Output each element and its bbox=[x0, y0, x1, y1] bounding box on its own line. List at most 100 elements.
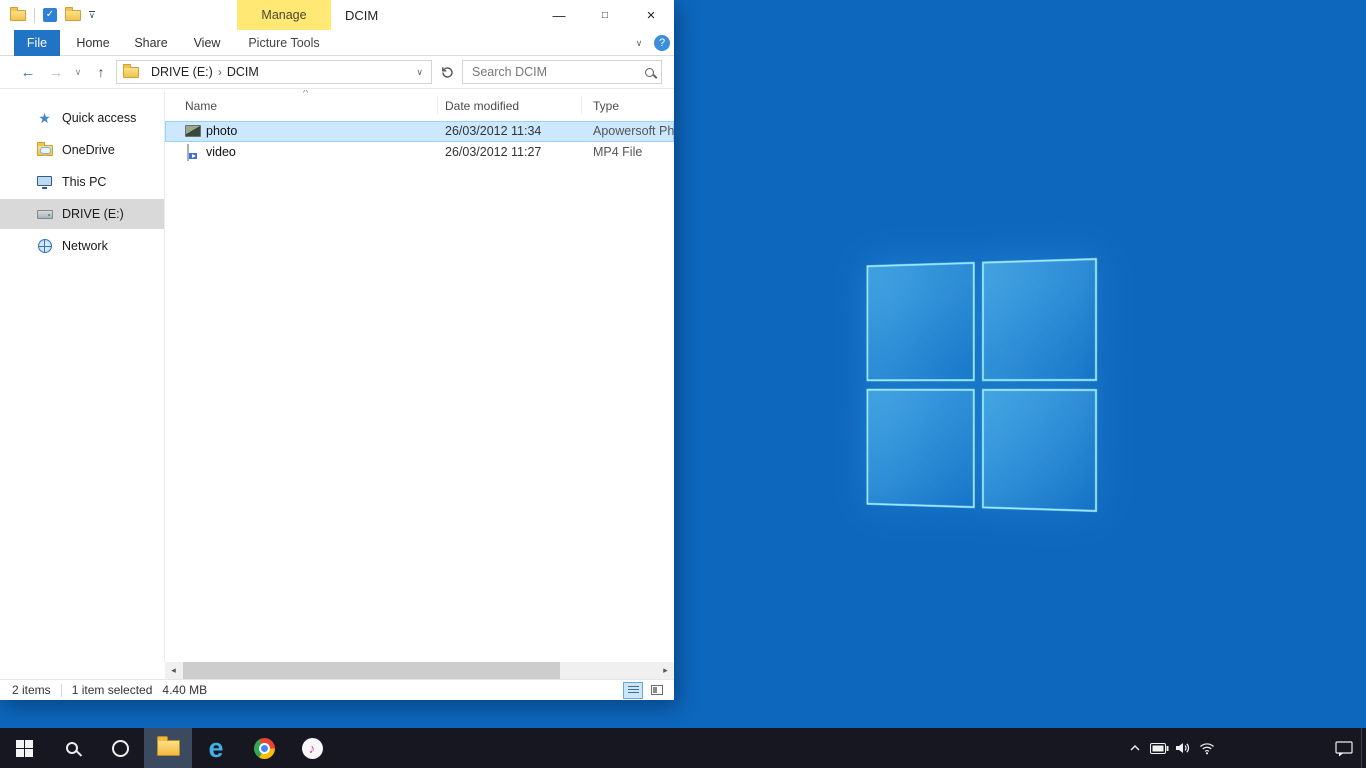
column-divider[interactable] bbox=[437, 96, 438, 114]
file-row-video[interactable]: video 26/03/2012 11:27 MP4 File bbox=[165, 142, 674, 163]
taskbar-itunes-button[interactable]: ♪ bbox=[288, 728, 336, 768]
explorer-window-icon[interactable] bbox=[10, 10, 26, 21]
manage-contextual-tab[interactable]: Manage bbox=[237, 0, 331, 30]
onedrive-icon bbox=[36, 142, 53, 159]
selection-count: 1 item selected bbox=[72, 683, 153, 697]
status-divider bbox=[61, 684, 62, 697]
taskbar-search-button[interactable] bbox=[48, 728, 96, 768]
sidebar-item-drive-e[interactable]: DRIVE (E:) bbox=[0, 199, 164, 229]
scroll-left-arrow[interactable]: ◂ bbox=[165, 662, 182, 679]
customize-toolbar-chevron-icon[interactable]: ∨ bbox=[89, 11, 95, 19]
search-input[interactable] bbox=[470, 64, 645, 80]
tab-share[interactable]: Share bbox=[126, 30, 176, 56]
quick-access-star-icon: ★ bbox=[36, 110, 53, 127]
desktop-screen: ✓ ∨ Manage DCIM — □ × File Home Share Vi… bbox=[0, 0, 1366, 768]
show-desktop-button[interactable] bbox=[1361, 728, 1366, 768]
breadcrumb-dcim[interactable]: DCIM bbox=[222, 61, 264, 83]
sidebar-item-network[interactable]: Network bbox=[0, 231, 164, 261]
column-divider[interactable] bbox=[581, 96, 582, 114]
navigation-bar: ← → ∨ ↑ DRIVE (E:) › DCIM ∨ bbox=[0, 56, 674, 89]
ribbon-tab-bar: File Home Share View Picture Tools ∨ ? bbox=[0, 30, 674, 56]
caption-buttons: — □ × bbox=[536, 0, 674, 30]
itunes-icon: ♪ bbox=[302, 738, 323, 759]
hidden-icons-chevron-icon[interactable] bbox=[1123, 728, 1147, 768]
title-bar: ✓ ∨ Manage DCIM — □ × bbox=[0, 0, 674, 30]
onedrive-folder-glyph bbox=[37, 145, 53, 156]
sort-ascending-icon: ^ bbox=[303, 90, 308, 99]
search-box bbox=[462, 60, 662, 84]
maximize-button[interactable]: □ bbox=[582, 0, 628, 30]
network-icon bbox=[36, 238, 53, 255]
tray-spacer bbox=[1219, 728, 1327, 768]
horizontal-scrollbar[interactable]: ◂ ▸ bbox=[165, 662, 674, 679]
taskbar-chrome-button[interactable] bbox=[240, 728, 288, 768]
thumbnails-view-button[interactable] bbox=[647, 682, 667, 699]
tab-picture-tools[interactable]: Picture Tools bbox=[237, 30, 331, 56]
column-header-name[interactable]: Name bbox=[185, 94, 217, 118]
start-button[interactable] bbox=[0, 728, 48, 768]
video-file-icon bbox=[187, 144, 189, 161]
new-folder-icon[interactable] bbox=[65, 10, 81, 21]
sidebar-item-label: Network bbox=[62, 239, 108, 253]
refresh-button[interactable] bbox=[436, 60, 458, 84]
refresh-icon bbox=[440, 65, 455, 80]
sidebar-item-onedrive[interactable]: OneDrive bbox=[0, 135, 164, 165]
drive-glyph bbox=[37, 210, 53, 219]
search-icon[interactable] bbox=[645, 68, 654, 77]
taskbar-file-explorer-button[interactable] bbox=[144, 728, 192, 768]
system-tray bbox=[1123, 728, 1366, 768]
address-dropdown-chevron-icon[interactable]: ∨ bbox=[408, 67, 431, 78]
details-view-button[interactable] bbox=[623, 682, 643, 699]
globe-glyph bbox=[38, 239, 52, 253]
monitor-glyph bbox=[37, 176, 52, 186]
action-center-icon[interactable] bbox=[1327, 728, 1361, 768]
windows-logo bbox=[867, 258, 1097, 512]
chrome-icon bbox=[254, 738, 275, 759]
expand-ribbon-chevron-icon[interactable]: ∨ bbox=[628, 30, 650, 56]
tab-file[interactable]: File bbox=[14, 30, 60, 56]
toolbar-separator bbox=[34, 8, 35, 23]
tab-home[interactable]: Home bbox=[70, 30, 116, 56]
network-wifi-icon[interactable] bbox=[1195, 728, 1219, 768]
close-button[interactable]: × bbox=[628, 0, 674, 30]
help-button[interactable]: ? bbox=[654, 35, 670, 51]
file-name: video bbox=[206, 142, 236, 163]
scrollbar-thumb[interactable] bbox=[183, 662, 560, 679]
file-date-modified: 26/03/2012 11:27 bbox=[445, 142, 541, 163]
taskbar-edge-button[interactable]: e bbox=[192, 728, 240, 768]
selection-size: 4.40 MB bbox=[162, 683, 207, 697]
breadcrumb-drive[interactable]: DRIVE (E:) bbox=[146, 61, 218, 83]
properties-icon[interactable]: ✓ bbox=[43, 8, 57, 22]
sidebar-item-this-pc[interactable]: This PC bbox=[0, 167, 164, 197]
folder-icon bbox=[123, 67, 139, 78]
column-header-type[interactable]: Type bbox=[593, 94, 619, 118]
status-bar: 2 items 1 item selected 4.40 MB bbox=[0, 679, 674, 700]
sidebar-item-label: This PC bbox=[62, 175, 106, 189]
quick-access-toolbar: ✓ ∨ bbox=[10, 0, 95, 30]
column-header-date-modified[interactable]: Date modified bbox=[445, 94, 519, 118]
up-button[interactable]: ↑ bbox=[88, 56, 114, 88]
edge-icon: e bbox=[208, 735, 223, 762]
scroll-right-arrow[interactable]: ▸ bbox=[657, 662, 674, 679]
tab-view[interactable]: View bbox=[184, 30, 230, 56]
drive-icon bbox=[36, 206, 53, 223]
file-type: MP4 File bbox=[593, 142, 642, 163]
windows-start-icon bbox=[16, 740, 33, 757]
recent-locations-chevron-icon[interactable]: ∨ bbox=[70, 56, 86, 88]
address-bar[interactable]: DRIVE (E:) › DCIM ∨ bbox=[116, 60, 432, 84]
music-note-glyph: ♪ bbox=[309, 742, 316, 755]
sidebar-item-quick-access[interactable]: ★ Quick access bbox=[0, 103, 164, 133]
navigation-pane: ★ Quick access OneDrive This PC DRIVE (E… bbox=[0, 90, 165, 662]
file-row-photo[interactable]: photo 26/03/2012 11:34 Apowersoft Pho bbox=[165, 121, 674, 142]
battery-icon[interactable] bbox=[1147, 728, 1171, 768]
minimize-button[interactable]: — bbox=[536, 0, 582, 30]
cortana-button[interactable] bbox=[96, 728, 144, 768]
this-pc-icon bbox=[36, 174, 53, 191]
back-button[interactable]: ← bbox=[14, 56, 42, 88]
sidebar-item-label: OneDrive bbox=[62, 143, 115, 157]
file-date-modified: 26/03/2012 11:34 bbox=[445, 121, 541, 142]
volume-icon[interactable] bbox=[1171, 728, 1195, 768]
forward-button[interactable]: → bbox=[44, 56, 68, 88]
file-explorer-icon bbox=[157, 740, 180, 756]
search-icon bbox=[66, 742, 78, 754]
